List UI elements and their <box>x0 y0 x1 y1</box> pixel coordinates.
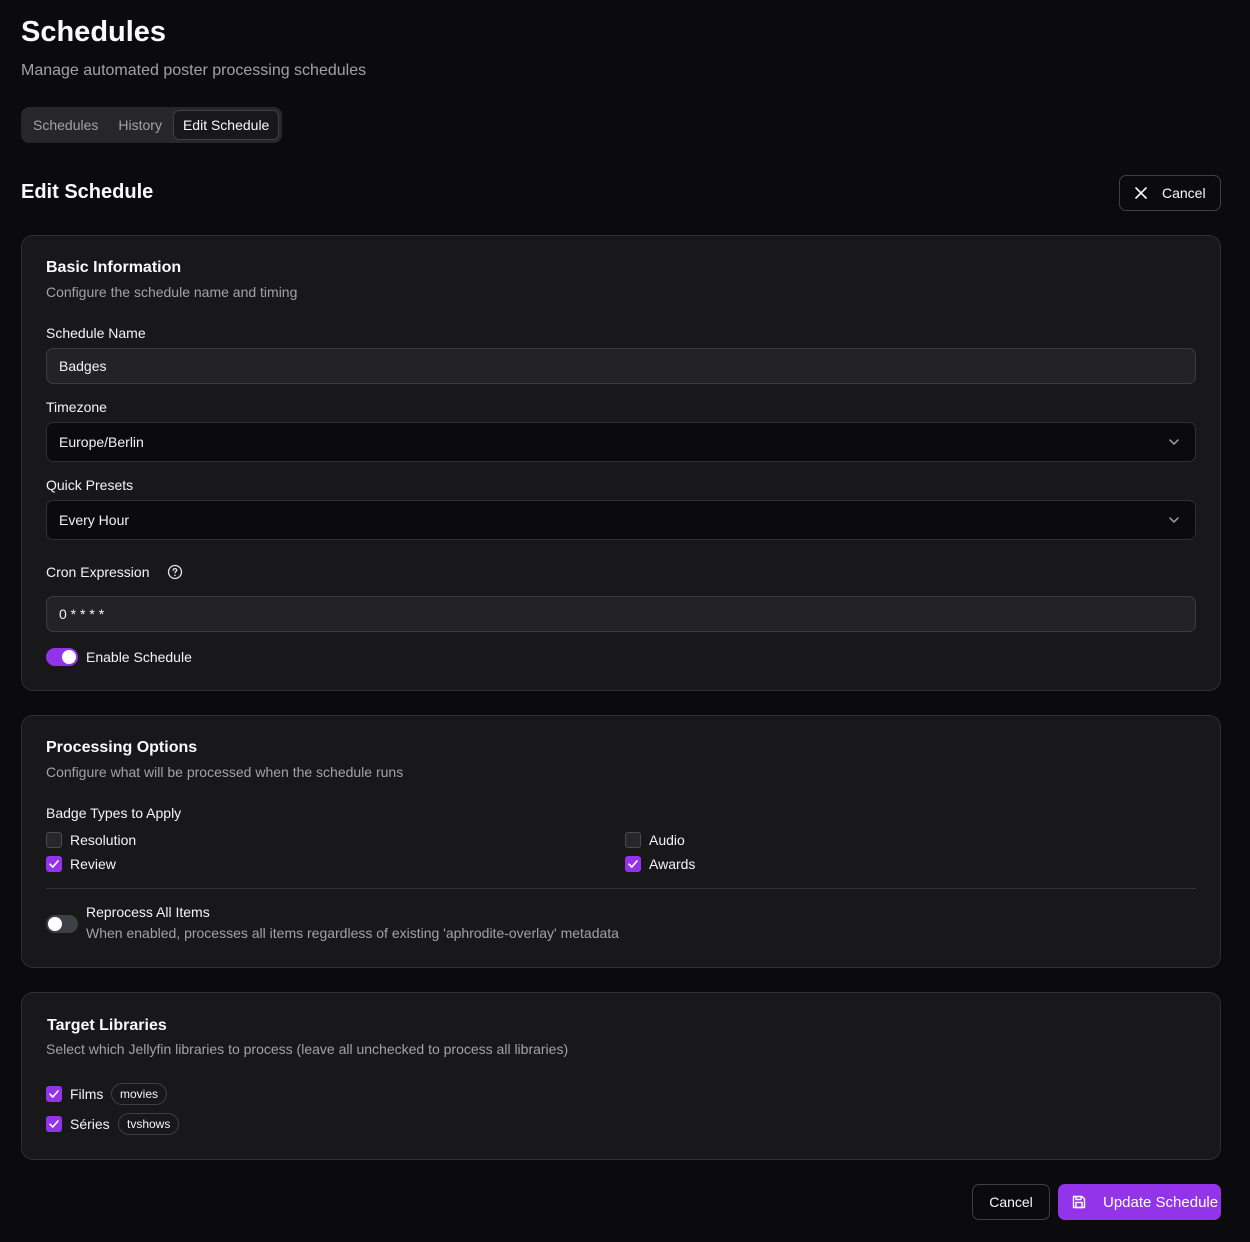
tab-history[interactable]: History <box>109 110 171 140</box>
timezone-select[interactable]: Europe/Berlin <box>46 422 1196 462</box>
awards-checkbox[interactable] <box>625 856 641 872</box>
library-label-series: Séries <box>70 1116 110 1132</box>
update-schedule-label: Update Schedule <box>1103 1193 1219 1211</box>
check-icon <box>49 860 59 868</box>
reprocess-all-label: Reprocess All Items <box>86 904 210 920</box>
review-checkbox[interactable] <box>46 856 62 872</box>
library-type-tag: movies <box>111 1083 168 1105</box>
quick-presets-value: Every Hour <box>59 512 130 528</box>
chevron-down-icon <box>1169 439 1179 445</box>
tab-schedules[interactable]: Schedules <box>24 110 107 140</box>
section-title: Edit Schedule <box>21 181 154 203</box>
chevron-down-icon <box>1169 517 1179 523</box>
update-schedule-button[interactable]: Update Schedule <box>1058 1184 1221 1220</box>
cron-expression-input[interactable]: 0 * * * * <box>46 596 1196 632</box>
help-circle-icon[interactable] <box>167 564 183 580</box>
resolution-checkbox[interactable] <box>46 832 62 848</box>
timezone-value: Europe/Berlin <box>59 434 144 450</box>
audio-label: Audio <box>649 832 685 848</box>
check-icon <box>49 1090 59 1098</box>
tab-edit-schedule[interactable]: Edit Schedule <box>172 110 280 140</box>
target-libraries-card: Target Libraries Select which Jellyfin l… <box>21 992 1221 1160</box>
footer-cancel-label: Cancel <box>989 1194 1033 1210</box>
check-icon <box>628 860 638 868</box>
cron-expression-label: Cron Expression <box>46 564 150 580</box>
basic-information-title: Basic Information <box>46 259 182 276</box>
timezone-label: Timezone <box>46 399 107 415</box>
target-libraries-description: Select which Jellyfin libraries to proce… <box>46 1041 569 1057</box>
resolution-label: Resolution <box>70 832 137 848</box>
review-label: Review <box>70 856 116 872</box>
switch-knob <box>48 917 62 931</box>
close-icon <box>1135 187 1147 199</box>
library-type-tag: tvshows <box>118 1113 180 1135</box>
page-subtitle: Manage automated poster processing sched… <box>21 62 367 79</box>
save-icon <box>1072 1195 1086 1209</box>
awards-label: Awards <box>649 856 696 872</box>
schedule-name-label: Schedule Name <box>46 325 146 341</box>
enable-schedule-switch[interactable] <box>46 648 78 666</box>
processing-options-description: Configure what will be processed when th… <box>46 764 404 780</box>
badge-types-label: Badge Types to Apply <box>46 805 182 821</box>
divider <box>46 888 1196 889</box>
schedule-name-input[interactable]: Badges <box>46 348 1196 384</box>
edit-schedule-page: Schedules Manage automated poster proces… <box>0 0 1250 1242</box>
page-title: Schedules <box>21 16 167 48</box>
switch-knob <box>62 650 76 664</box>
library-checkbox-films[interactable] <box>46 1086 62 1102</box>
quick-presets-label: Quick Presets <box>46 477 134 493</box>
check-icon <box>49 1120 59 1128</box>
enable-schedule-label: Enable Schedule <box>86 649 192 665</box>
header-cancel-label: Cancel <box>1162 185 1206 201</box>
library-label-films: Films <box>70 1086 104 1102</box>
processing-options-title: Processing Options <box>46 739 198 756</box>
basic-information-card: Basic Information Configure the schedule… <box>21 235 1221 691</box>
header-cancel-button[interactable]: Cancel <box>1119 175 1221 211</box>
reprocess-all-switch[interactable] <box>46 915 78 933</box>
reprocess-all-description: When enabled, processes all items regard… <box>86 925 619 941</box>
basic-information-description: Configure the schedule name and timing <box>46 284 298 300</box>
target-libraries-title: Target Libraries <box>47 1017 167 1034</box>
processing-options-card: Processing Options Configure what will b… <box>21 715 1221 968</box>
cron-expression-value: 0 * * * * <box>59 606 105 622</box>
audio-checkbox[interactable] <box>625 832 641 848</box>
schedule-name-value: Badges <box>59 358 107 374</box>
library-checkbox-series[interactable] <box>46 1116 62 1132</box>
footer-cancel-button[interactable]: Cancel <box>972 1184 1050 1220</box>
tab-bar: Schedules History Edit Schedule <box>21 107 283 143</box>
quick-presets-select[interactable]: Every Hour <box>46 500 1196 540</box>
